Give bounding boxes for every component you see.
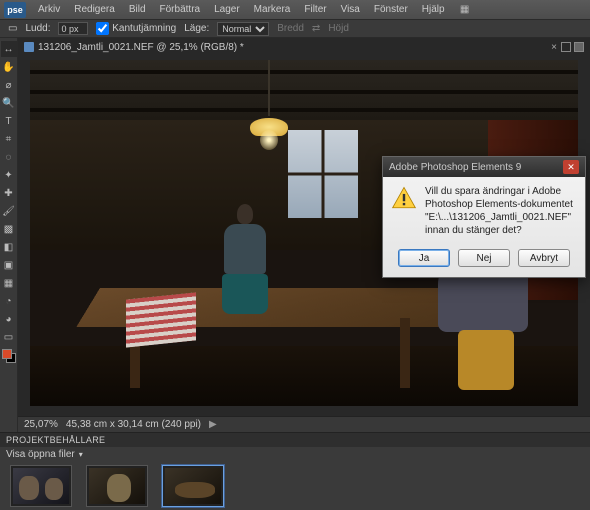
eraser-tool[interactable]: ◧: [1, 239, 17, 255]
menu-bar: pse Arkiv Redigera Bild Förbättra Lager …: [0, 0, 590, 20]
chevron-down-icon: ▾: [79, 450, 83, 459]
ludd-label: Ludd:: [25, 23, 50, 34]
marquee-icon: ▭: [8, 23, 17, 34]
zoom-tool[interactable]: 🔍: [1, 95, 17, 111]
crop-tool[interactable]: ⌗: [1, 131, 17, 147]
paint-bucket-tool[interactable]: ▣: [1, 257, 17, 273]
workspace: ↔ ✋ ⌀ 🔍 T ⌗ ◌ ✦ ✚ 🖌 ▩ ◧ ▣ ▦ ◔ ◕ ▭ 131206…: [0, 38, 590, 432]
thumb-2[interactable]: [86, 465, 148, 507]
document-tab[interactable]: 131206_Jamtli_0021.NEF @ 25,1% (RGB/8) *…: [18, 38, 590, 56]
project-bin-thumbs: [0, 461, 590, 510]
color-swatch[interactable]: [2, 349, 16, 363]
document-dimensions: 45,38 cm x 30,14 cm (240 ppi): [66, 419, 201, 430]
bredd-label: Bredd: [277, 23, 304, 34]
menu-forbattra[interactable]: Förbättra: [154, 2, 207, 17]
brush-tool[interactable]: 🖌: [1, 203, 17, 219]
move-tool[interactable]: ↔: [1, 41, 17, 57]
close-document-icon[interactable]: ×: [551, 42, 557, 53]
image-stage[interactable]: Adobe Photoshop Elements 9 ✕ Vill du spa…: [18, 56, 590, 416]
app-logo: pse: [4, 2, 26, 18]
menu-bild[interactable]: Bild: [123, 2, 152, 17]
hojd-label: Höjd: [328, 23, 349, 34]
warning-icon: [391, 185, 417, 211]
document-icon: [24, 42, 34, 52]
lager-select[interactable]: Normal: [217, 22, 269, 36]
kantut-checkbox[interactable]: Kantutjämning: [96, 22, 176, 35]
menu-visa[interactable]: Visa: [335, 2, 366, 17]
lager-label: Läge:: [184, 23, 209, 34]
lasso-tool[interactable]: ◌: [1, 149, 17, 165]
menu-fonster[interactable]: Fönster: [368, 2, 414, 17]
save-dialog: Adobe Photoshop Elements 9 ✕ Vill du spa…: [382, 156, 586, 278]
gradient-tool[interactable]: ▦: [1, 275, 17, 291]
status-bar: 25,07% 45,38 cm x 30,14 cm (240 ppi) ▶: [18, 416, 590, 432]
shape-tool[interactable]: ▭: [1, 329, 17, 345]
dialog-cancel-button[interactable]: Avbryt: [518, 249, 570, 267]
project-bin: PROJEKTBEHÅLLARE Visa öppna filer ▾: [0, 432, 590, 510]
dialog-close-icon[interactable]: ✕: [563, 160, 579, 174]
hand-tool[interactable]: ✋: [1, 59, 17, 75]
project-bin-filter[interactable]: Visa öppna filer ▾: [0, 447, 590, 461]
menu-redigera[interactable]: Redigera: [68, 2, 121, 17]
bin-filter-label: Visa öppna filer: [6, 449, 75, 460]
magic-wand-tool[interactable]: ✦: [1, 167, 17, 183]
project-bin-header[interactable]: PROJEKTBEHÅLLARE: [0, 433, 590, 447]
eyedropper-tool[interactable]: ⌀: [1, 77, 17, 93]
type-tool[interactable]: T: [1, 113, 17, 129]
healing-tool[interactable]: ✚: [1, 185, 17, 201]
dialog-yes-button[interactable]: Ja: [398, 249, 450, 267]
dialog-message: Vill du spara ändringar i Adobe Photosho…: [425, 185, 577, 237]
dialog-no-button[interactable]: Nej: [458, 249, 510, 267]
toolbox: ↔ ✋ ⌀ 🔍 T ⌗ ◌ ✦ ✚ 🖌 ▩ ◧ ▣ ▦ ◔ ◕ ▭: [0, 38, 18, 432]
ludd-input[interactable]: [58, 22, 88, 35]
workspace-switcher-icon[interactable]: ▦: [457, 2, 473, 18]
view-mode-icons[interactable]: [561, 42, 584, 52]
dialog-title: Adobe Photoshop Elements 9: [389, 162, 521, 173]
menu-lager[interactable]: Lager: [208, 2, 246, 17]
options-bar: ▭ Ludd: Kantutjämning Läge: Normal Bredd…: [0, 20, 590, 38]
sponge-tool[interactable]: ◕: [1, 311, 17, 327]
zoom-level[interactable]: 25,07%: [24, 419, 58, 430]
document-title: 131206_Jamtli_0021.NEF @ 25,1% (RGB/8) *: [38, 42, 244, 53]
menu-filter[interactable]: Filter: [298, 2, 332, 17]
swap-icon: ⇄: [312, 23, 320, 34]
canvas-area: 131206_Jamtli_0021.NEF @ 25,1% (RGB/8) *…: [18, 38, 590, 432]
dialog-titlebar[interactable]: Adobe Photoshop Elements 9 ✕: [383, 157, 585, 177]
statusbar-menu-icon[interactable]: ▶: [209, 419, 217, 430]
menu-hjalp[interactable]: Hjälp: [416, 2, 451, 17]
menu-arkiv[interactable]: Arkiv: [32, 2, 66, 17]
thumb-1[interactable]: [10, 465, 72, 507]
blur-tool[interactable]: ◔: [1, 293, 17, 309]
thumb-3[interactable]: [162, 465, 224, 507]
menu-markera[interactable]: Markera: [248, 2, 297, 17]
stamp-tool[interactable]: ▩: [1, 221, 17, 237]
